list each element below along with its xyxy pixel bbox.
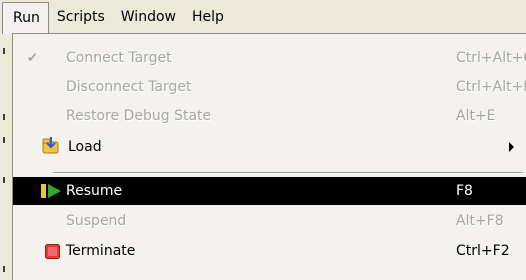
menu-separator	[53, 172, 523, 174]
checkmark-icon: ✔	[27, 50, 38, 66]
menu-bar: Run Scripts Window Help	[0, 0, 526, 34]
menu-item-suspend[interactable]: Suspend Alt+F8	[13, 207, 526, 235]
menu-item-shortcut: Ctrl+Alt+D	[456, 79, 526, 95]
menu-item-label: Restore Debug State	[66, 108, 212, 124]
menu-scripts[interactable]: Scripts	[49, 2, 113, 32]
menu-item-label: Suspend	[66, 213, 127, 229]
run-menu-dropdown: ✔ Connect Target Ctrl+Alt+C Disconnect T…	[12, 33, 526, 280]
menu-item-partial	[13, 270, 526, 280]
menu-item-shortcut: Alt+F8	[456, 213, 504, 229]
menu-item-shortcut: Alt+E	[456, 108, 496, 124]
menu-item-restore-debug-state[interactable]: Restore Debug State Alt+E	[13, 102, 526, 130]
resume-icon	[41, 183, 63, 203]
gutter-mark	[3, 266, 5, 272]
menu-item-disconnect-target[interactable]: Disconnect Target Ctrl+Alt+D	[13, 73, 526, 101]
menu-item-shortcut: F8	[456, 183, 473, 199]
menu-item-shortcut: Ctrl+F2	[456, 243, 510, 259]
terminate-icon	[45, 244, 60, 263]
gutter-mark	[3, 114, 5, 120]
app-window: Run Scripts Window Help ✔ Connect Target…	[0, 0, 526, 280]
menu-item-resume[interactable]: Resume F8	[13, 177, 526, 205]
menu-item-shortcut: Ctrl+Alt+C	[456, 50, 526, 66]
menu-run[interactable]: Run	[2, 2, 49, 34]
menu-item-terminate[interactable]: Terminate Ctrl+F2	[13, 237, 526, 265]
gutter-mark	[3, 137, 5, 143]
menu-item-label: Terminate	[66, 243, 136, 259]
menu-item-load[interactable]: Load	[13, 133, 526, 161]
menu-item-label: Resume	[66, 183, 123, 199]
gutter-mark	[3, 177, 5, 183]
menu-window[interactable]: Window	[113, 2, 184, 32]
submenu-arrow-icon	[509, 142, 514, 152]
menu-item-label: Connect Target	[66, 50, 172, 66]
menu-item-label: Load	[68, 139, 102, 155]
background-gutter	[0, 34, 12, 280]
menu-help[interactable]: Help	[184, 2, 232, 32]
menu-item-label: Disconnect Target	[66, 79, 192, 95]
gutter-mark	[3, 48, 5, 54]
menu-item-connect-target[interactable]: ✔ Connect Target Ctrl+Alt+C	[13, 44, 526, 72]
load-icon	[42, 136, 60, 158]
